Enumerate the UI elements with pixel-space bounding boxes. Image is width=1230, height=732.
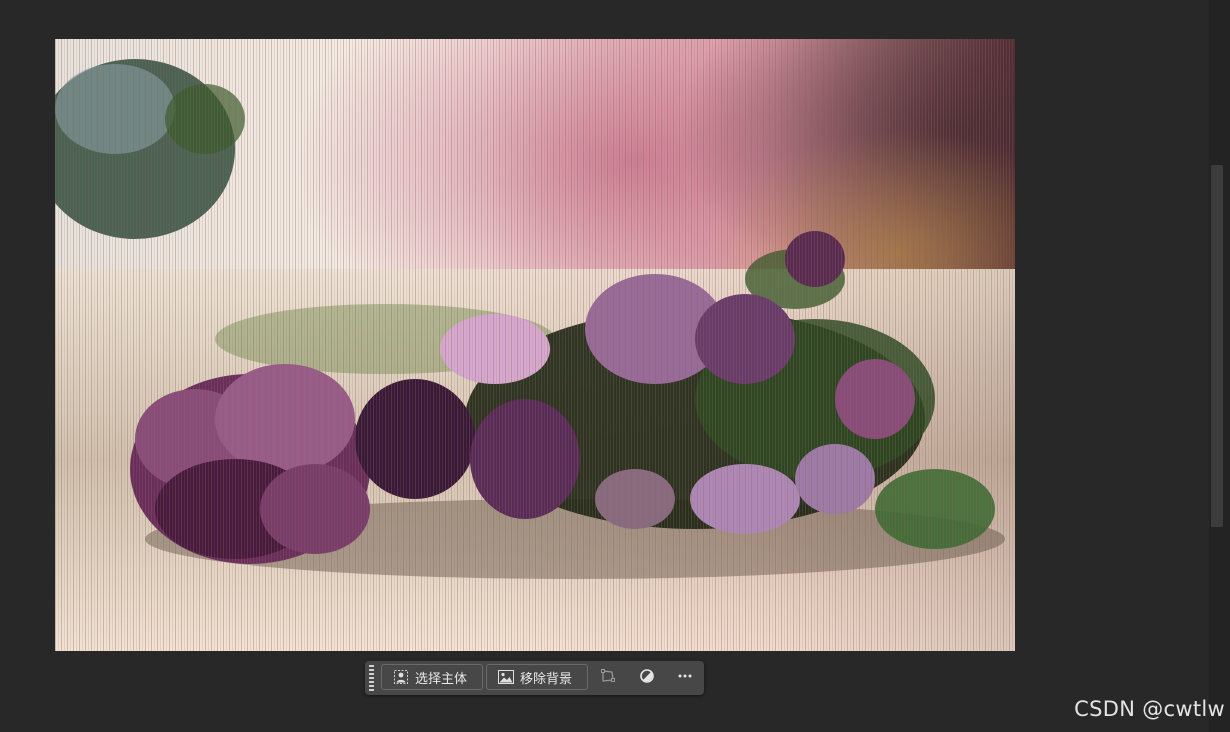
remove-background-button[interactable]: 移除背景 (486, 664, 588, 690)
adjustment-button[interactable] (636, 667, 658, 689)
drag-handle[interactable] (369, 665, 374, 691)
transform-button[interactable] (597, 667, 619, 689)
scrollbar-thumb[interactable] (1211, 165, 1223, 527)
watermark-text: CSDN @cwtlw (1074, 697, 1225, 721)
remove-background-label: 移除背景 (520, 671, 573, 687)
adjustment-icon (639, 668, 655, 688)
select-subject-button[interactable]: 选择主体 (381, 664, 483, 690)
flower-bouquet-photo (55, 39, 1015, 651)
select-subject-label: 选择主体 (415, 671, 468, 687)
contextual-task-bar: 选择主体 移除背景 (365, 661, 704, 695)
image-icon (498, 669, 514, 685)
canvas-image[interactable] (55, 39, 1015, 651)
more-options-button[interactable] (674, 667, 696, 689)
more-icon (677, 668, 693, 688)
person-icon (393, 669, 409, 685)
workspace: 选择主体 移除背景 CSDN @cwtlw (0, 0, 1230, 732)
transform-icon (600, 668, 616, 688)
